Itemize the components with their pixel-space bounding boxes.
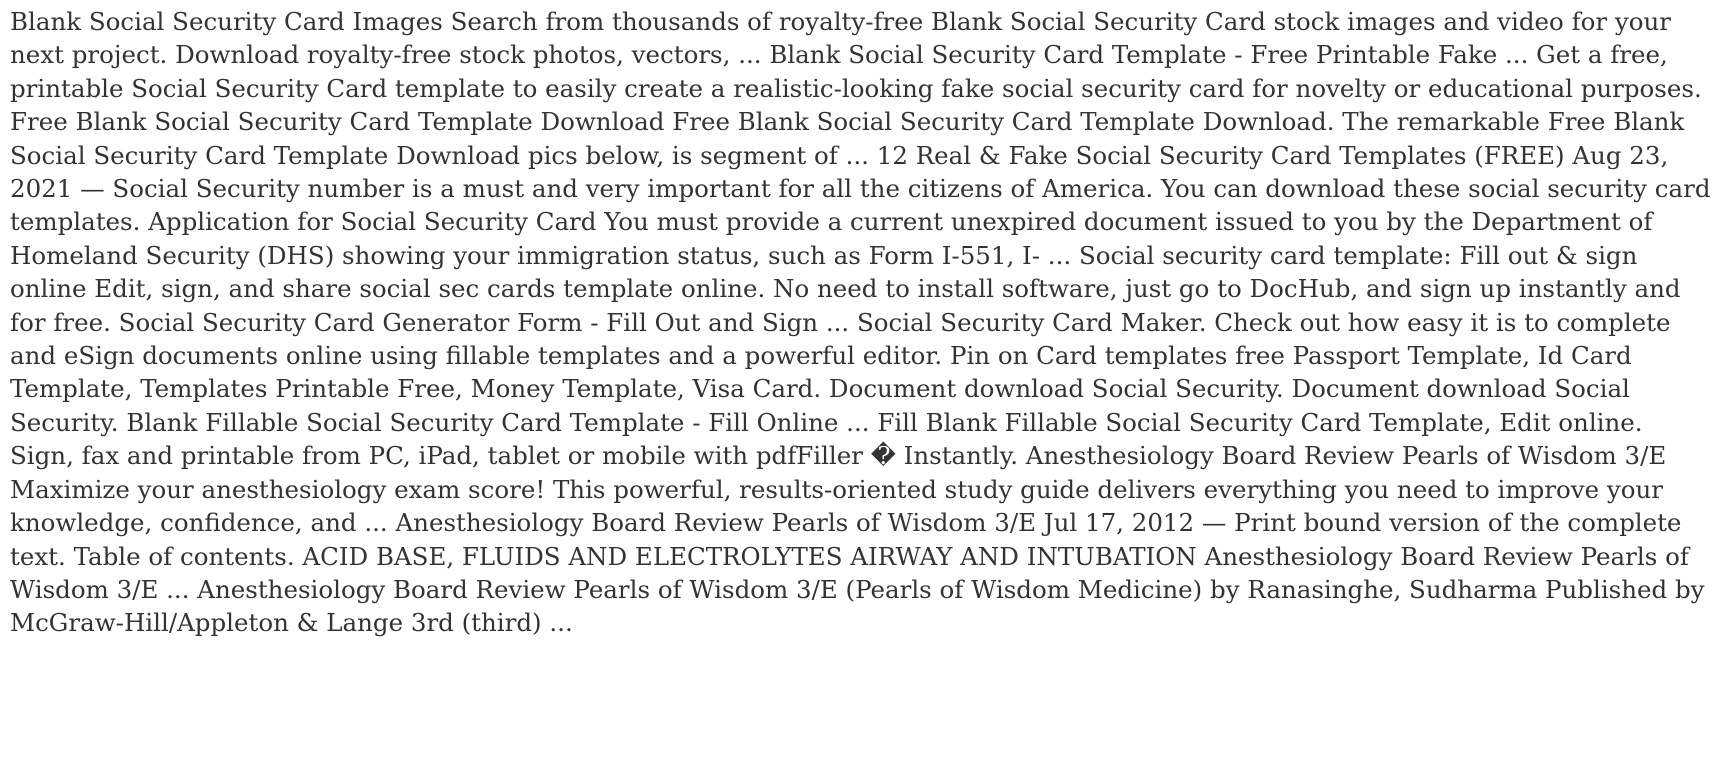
document-page: Blank Social Security Card Images Search… xyxy=(0,0,1721,777)
body-paragraph: Blank Social Security Card Images Search… xyxy=(10,7,1711,638)
